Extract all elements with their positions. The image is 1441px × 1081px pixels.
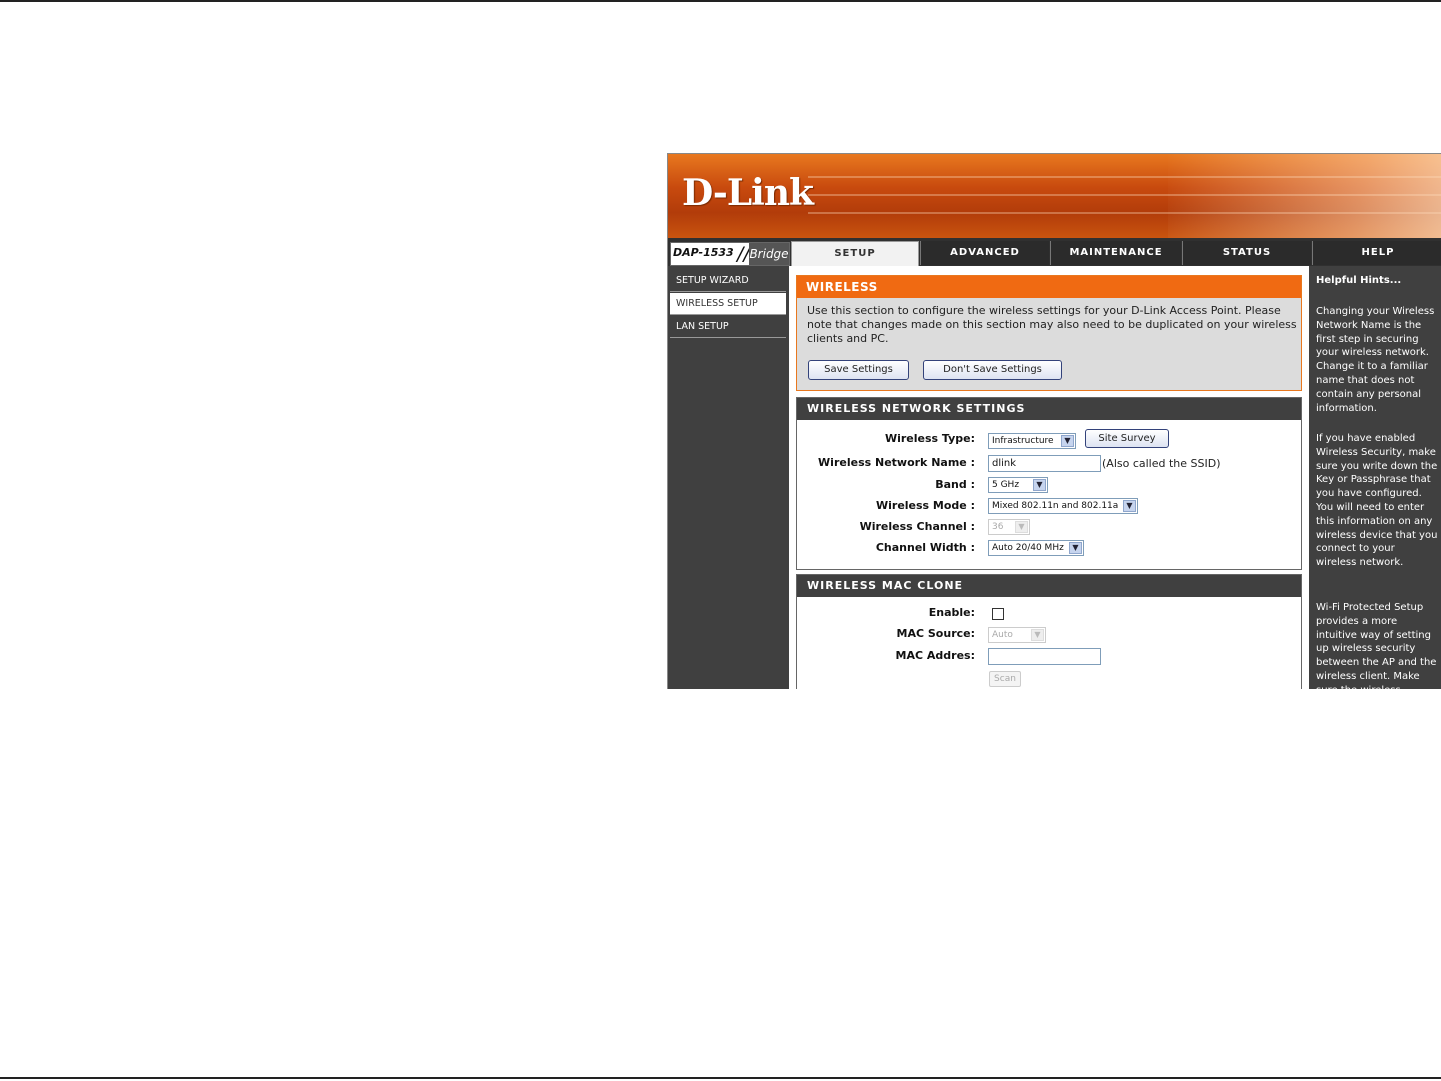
dont-save-settings-button[interactable]: Don't Save Settings — [923, 360, 1062, 380]
mac-address-input[interactable] — [988, 648, 1101, 665]
page-top-rule — [0, 0, 1441, 2]
ssid-note: (Also called the SSID) — [1102, 457, 1221, 470]
dlink-banner: D-Link — [668, 154, 1441, 238]
tab-help[interactable]: HELP — [1312, 241, 1441, 265]
wireless-channel-select[interactable]: 36 ▼ — [988, 519, 1030, 535]
wireless-mode-value: Mixed 802.11n and 802.11a — [992, 501, 1119, 511]
wireless-intro-panel: WIRELESS Use this section to configure t… — [796, 275, 1302, 391]
channel-width-label: Channel Width : — [875, 541, 975, 554]
router-admin-window: D-Link DAP-1533 // Bridge SETUP ADVANCED… — [667, 153, 1441, 689]
save-settings-button[interactable]: Save Settings — [808, 360, 909, 380]
sidebar-item-lan-setup[interactable]: LAN SETUP — [670, 316, 786, 338]
helpful-hints-panel: Helpful Hints... Changing your Wireless … — [1309, 266, 1441, 689]
chevron-down-icon: ▼ — [1031, 629, 1044, 641]
wireless-mac-clone-panel: WIRELESS MAC CLONE Enable: MAC Source: A… — [796, 574, 1302, 689]
tab-advanced[interactable]: ADVANCED — [920, 241, 1049, 265]
chevron-down-icon: ▼ — [1123, 500, 1136, 512]
helpful-hints-title: Helpful Hints... — [1316, 275, 1402, 286]
mac-clone-enable-checkbox[interactable] — [992, 608, 1004, 620]
tab-status[interactable]: STATUS — [1182, 241, 1311, 265]
hint-paragraph: If you have enabled Wireless Security, m… — [1316, 433, 1438, 569]
tab-setup[interactable]: SETUP — [791, 241, 919, 267]
main-content: WIRELESS Use this section to configure t… — [789, 266, 1309, 689]
mac-address-label: MAC Addres: — [895, 649, 975, 662]
wireless-network-settings-title: WIRELESS NETWORK SETTINGS — [797, 398, 1301, 420]
wireless-mac-clone-title: WIRELESS MAC CLONE — [797, 575, 1301, 597]
wireless-channel-label: Wireless Channel : — [859, 520, 975, 533]
scan-button[interactable]: Scan — [989, 671, 1021, 687]
band-label: Band : — [935, 478, 975, 491]
wireless-network-name-input[interactable]: dlink — [988, 455, 1101, 472]
model-badge: DAP-1533 // Bridge — [670, 242, 790, 266]
wireless-intro-title: WIRELESS — [797, 276, 1301, 298]
wireless-type-select[interactable]: Infrastructure ▼ — [988, 433, 1076, 449]
channel-width-value: Auto 20/40 MHz — [992, 543, 1064, 553]
wireless-channel-value: 36 — [992, 522, 1004, 532]
enable-label: Enable: — [928, 606, 975, 619]
sidebar-item-wireless-setup[interactable]: WIRELESS SETUP — [670, 293, 786, 315]
hint-paragraph: Wi-Fi Protected Setup provides a more in… — [1316, 602, 1437, 689]
model-mode: Bridge — [749, 243, 789, 265]
tab-maintenance[interactable]: MAINTENANCE — [1050, 241, 1181, 265]
slash-divider-icon: // — [737, 243, 750, 265]
model-name: DAP-1533 — [673, 246, 734, 259]
channel-width-select[interactable]: Auto 20/40 MHz ▼ — [988, 540, 1084, 556]
chevron-down-icon: ▼ — [1033, 479, 1046, 491]
wireless-type-label: Wireless Type: — [884, 432, 975, 445]
page-bottom-rule — [0, 1077, 1441, 1079]
sidebar: SETUP WIZARD WIRELESS SETUP LAN SETUP — [668, 266, 789, 689]
wireless-type-value: Infrastructure — [992, 436, 1054, 446]
banner-glow — [1168, 154, 1441, 238]
wireless-mode-select[interactable]: Mixed 802.11n and 802.11a ▼ — [988, 498, 1138, 514]
wireless-mode-label: Wireless Mode : — [875, 499, 975, 512]
banner-streak — [808, 194, 1441, 196]
chevron-down-icon: ▼ — [1069, 542, 1082, 554]
wireless-network-name-label: Wireless Network Name : — [818, 456, 975, 469]
site-survey-button[interactable]: Site Survey — [1085, 429, 1169, 448]
wireless-network-settings-panel: WIRELESS NETWORK SETTINGS Wireless Type:… — [796, 397, 1302, 570]
hint-paragraph: Changing your Wireless Network Name is t… — [1316, 306, 1435, 414]
mac-source-select[interactable]: Auto ▼ — [988, 627, 1046, 643]
banner-streak — [808, 176, 1441, 178]
chevron-down-icon: ▼ — [1015, 521, 1028, 533]
mac-source-value: Auto — [992, 630, 1013, 640]
chevron-down-icon: ▼ — [1061, 435, 1074, 447]
band-select[interactable]: 5 GHz ▼ — [988, 477, 1048, 493]
wireless-intro-text: Use this section to configure the wirele… — [807, 304, 1297, 345]
band-value: 5 GHz — [992, 480, 1020, 490]
dlink-logo: D-Link — [682, 172, 814, 214]
banner-streak — [808, 212, 1441, 214]
sidebar-item-setup-wizard[interactable]: SETUP WIZARD — [670, 270, 786, 292]
mac-source-label: MAC Source: — [896, 627, 975, 640]
